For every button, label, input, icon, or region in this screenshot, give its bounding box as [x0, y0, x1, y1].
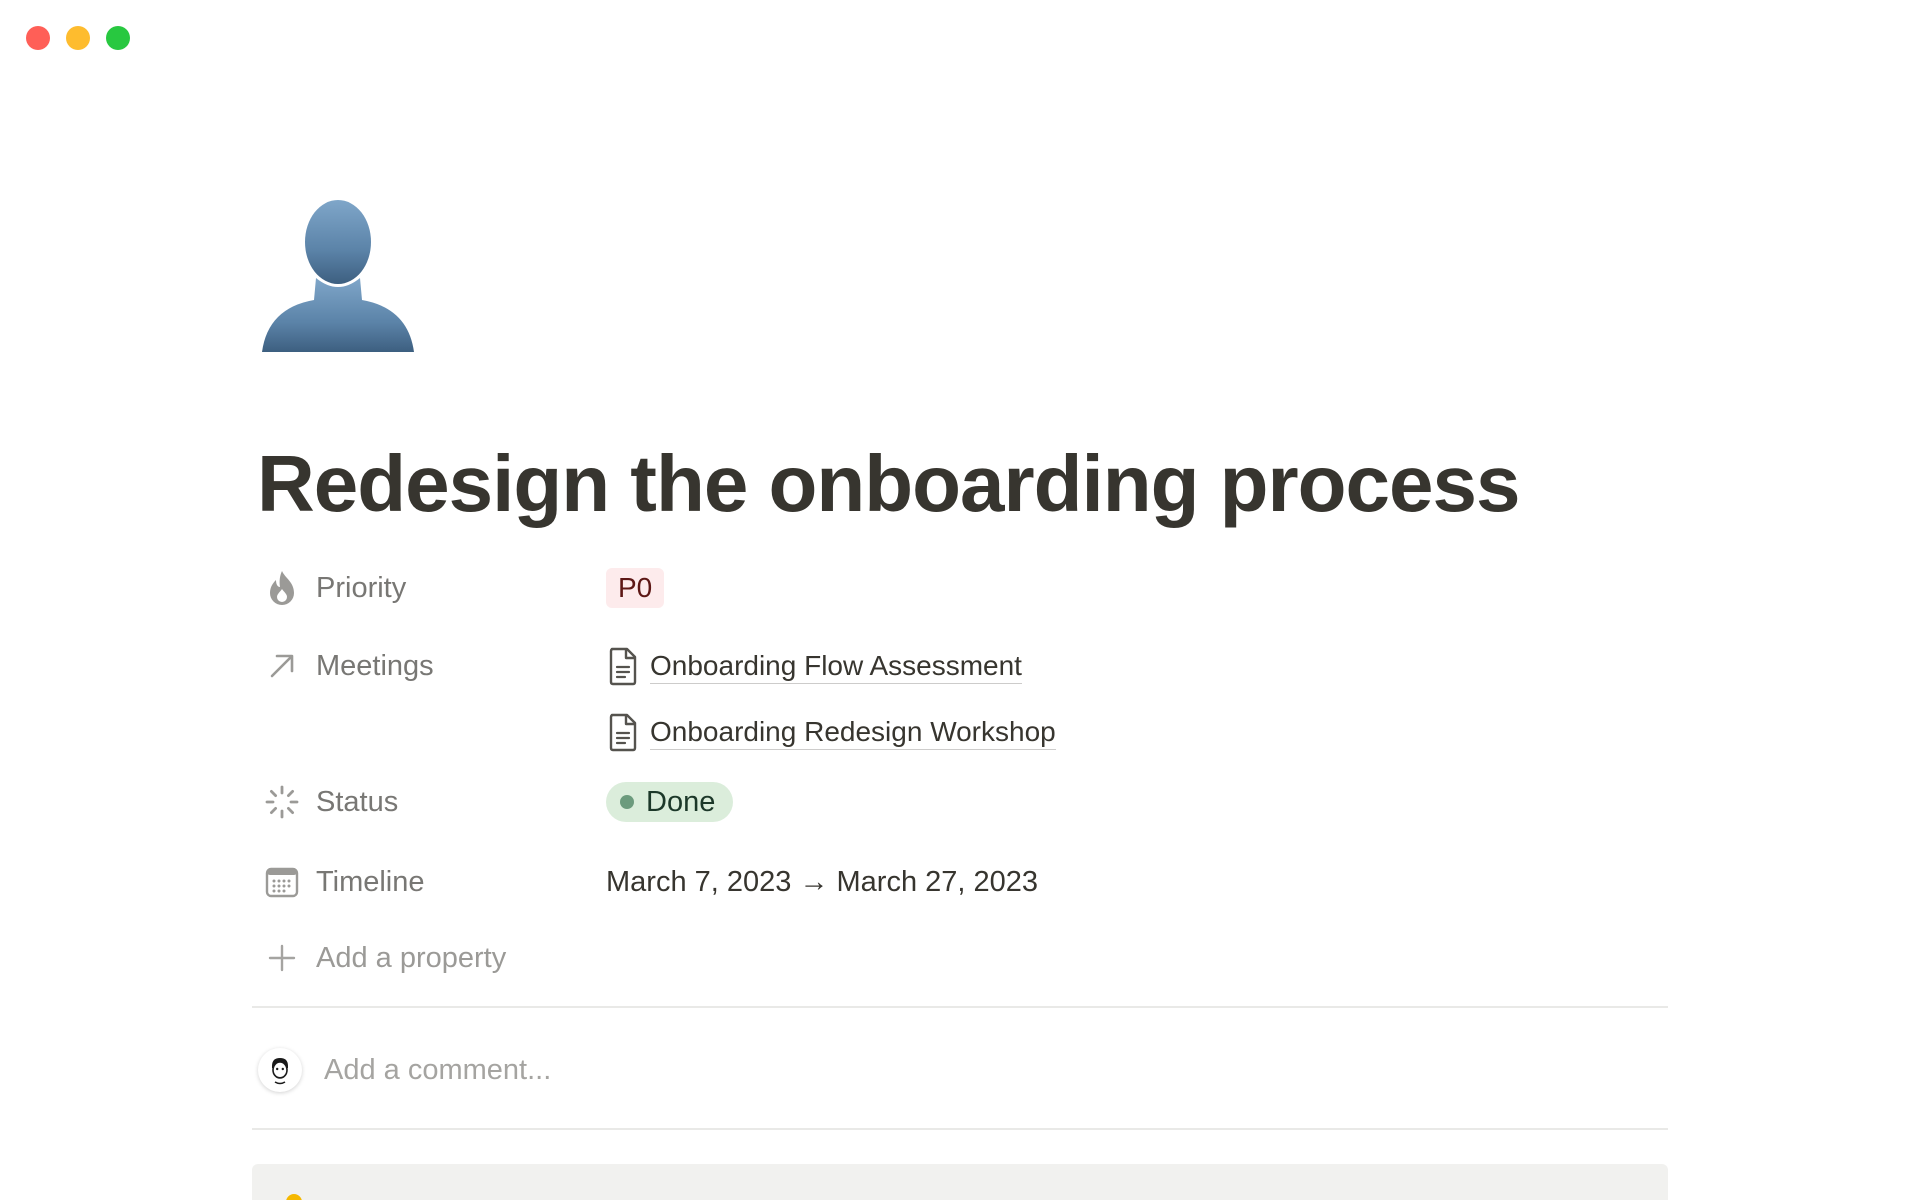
status-badge[interactable]: Done [606, 782, 734, 822]
property-label-priority: Priority [316, 571, 407, 604]
property-row-timeline[interactable]: Timeline March 7, 2023 → March 27, 2023 [262, 862, 1038, 902]
status-dot [620, 795, 634, 809]
property-row-priority[interactable]: Priority P0 [262, 568, 665, 608]
document-icon [609, 713, 637, 752]
property-label-status: Status [316, 785, 399, 818]
priority-tag[interactable]: P0 [606, 568, 665, 608]
comment-input[interactable] [324, 1053, 924, 1087]
zoom-window-button[interactable] [106, 26, 130, 50]
property-label-meetings: Meetings [316, 649, 434, 682]
minimize-window-button[interactable] [66, 26, 90, 50]
callout-emoji-icon [286, 1194, 302, 1200]
status-value: Done [646, 786, 716, 818]
add-property-label: Add a property [316, 941, 507, 974]
bust-in-silhouette-icon[interactable] [258, 196, 418, 356]
meeting-link-label[interactable]: Onboarding Flow Assessment [650, 649, 1022, 684]
close-window-button[interactable] [26, 26, 50, 50]
status-spinner-icon [262, 782, 302, 822]
arrow-up-right-icon [262, 646, 302, 686]
property-row-meetings[interactable]: Meetings Onboarding Flow Assessment [262, 646, 1022, 686]
meeting-link-label[interactable]: Onboarding Redesign Workshop [650, 715, 1056, 750]
comments-divider [252, 1128, 1668, 1130]
callout-block[interactable] [252, 1164, 1668, 1200]
fire-icon [262, 568, 302, 608]
property-row-status[interactable]: Status Done [262, 782, 734, 822]
timeline-value[interactable]: March 7, 2023 → March 27, 2023 [606, 866, 1038, 899]
properties-divider [252, 1006, 1668, 1008]
property-label-timeline: Timeline [316, 865, 425, 898]
document-icon [609, 647, 637, 686]
plus-icon [262, 938, 302, 978]
add-property-button[interactable]: Add a property [262, 938, 506, 978]
calendar-icon [262, 862, 302, 902]
user-avatar [258, 1048, 302, 1092]
comment-row [258, 1048, 924, 1092]
page-title[interactable]: Redesign the onboarding process [257, 436, 1521, 532]
meeting-link-2[interactable]: Onboarding Redesign Workshop [606, 712, 1056, 752]
app-window: Redesign the onboarding process Priority… [0, 0, 1920, 1200]
meeting-link-1[interactable]: Onboarding Flow Assessment [606, 646, 1022, 686]
window-controls [26, 26, 130, 50]
